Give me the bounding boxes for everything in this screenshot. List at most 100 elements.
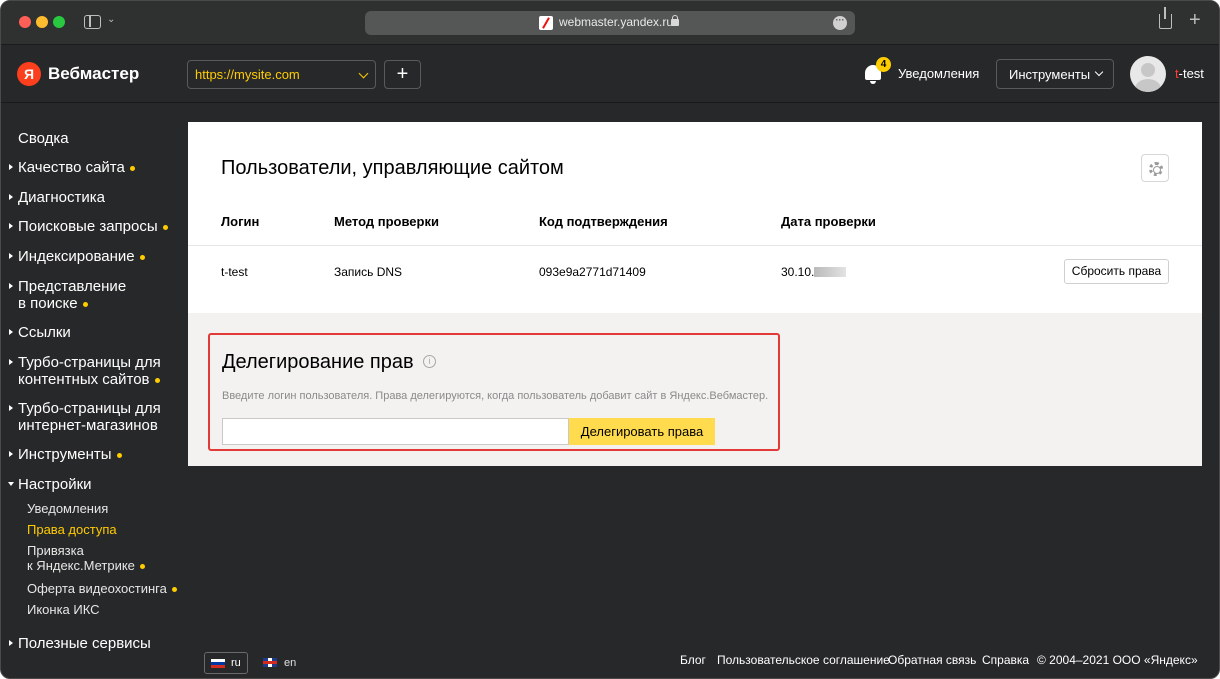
attention-dot-icon [129,165,135,171]
more-icon[interactable]: ··· [833,16,847,30]
yandex-logo-icon[interactable]: Я [17,62,41,86]
settings-button[interactable] [1141,154,1169,182]
tools-dropdown-label: Инструменты [1009,67,1091,82]
cell-date: 30.10. [781,265,847,279]
divider [188,245,1202,246]
cell-login: t-test [221,265,248,279]
caret-right-icon [9,164,13,170]
footer-link-help[interactable]: Справка [982,653,1029,667]
russia-flag-icon [211,659,225,668]
delegation-hint: Введите логин пользователя. Права делеги… [222,390,769,402]
sidebar-item-label: Индексирование [18,248,135,265]
delegation-title: Делегирование прав [222,351,414,373]
sidebar-toggle-icon[interactable] [84,15,101,29]
browser-toolbar: ⌄ webmaster.yandex.ru ··· + [1,1,1219,45]
sidebar-subitem-label-line2: к Яндекс.Метрике [27,558,135,573]
caret-right-icon [9,283,13,289]
attention-dot-icon [139,564,145,570]
column-header-method: Метод проверки [334,214,439,229]
notifications-link[interactable]: Уведомления [898,66,979,81]
notifications-badge: 4 [876,57,891,72]
language-en-link[interactable]: en [284,657,296,669]
attention-dot-icon [82,301,88,307]
avatar[interactable] [1130,56,1166,92]
sidebar-item-label-line1: Турбо-страницы для [18,354,161,371]
attention-dot-icon [139,254,145,260]
caret-right-icon [9,194,13,200]
login-input[interactable] [222,418,569,445]
sidebar-item-label: Полезные сервисы [18,635,151,652]
sidebar-subitem-video-offer[interactable]: Оферта видеохостинга [27,581,177,596]
delegation-highlight-box: Делегирование прав i Введите логин польз… [208,333,780,451]
caret-right-icon [9,640,13,646]
share-icon[interactable] [1159,7,1172,29]
caret-down-icon [8,482,14,486]
brand-title[interactable]: Вебмастер [48,64,139,84]
tools-dropdown[interactable]: Инструменты [996,59,1114,89]
caret-right-icon [9,253,13,259]
fullscreen-window-button[interactable] [53,16,65,28]
delegation-section: Делегирование прав i Введите логин польз… [188,313,1202,466]
sidebar-subitem-iks-icon[interactable]: Иконка ИКС [27,602,100,617]
uk-flag-icon[interactable] [263,658,277,667]
reset-rights-button[interactable]: Сбросить права [1064,259,1169,284]
footer-link-user-agreement[interactable]: Пользовательское соглашение [717,653,890,667]
sidebar-item-label-line2: интернет-магазинов [18,417,158,434]
gear-icon [1149,162,1163,176]
caret-right-icon [9,405,13,411]
sidebar-item-label: Настройки [18,476,92,493]
caret-right-icon [9,223,13,229]
info-icon[interactable]: i [423,355,436,368]
column-header-date: Дата проверки [781,214,876,229]
site-header: Я Вебмастер https://mysite.com + 4 Уведо… [1,45,1219,103]
attention-dot-icon [171,587,177,593]
add-site-button[interactable]: + [384,60,421,89]
sidebar-item-label: Поисковые запросы [18,218,158,235]
column-header-login: Логин [221,214,260,229]
sidebar-item-label-line1: Представление [18,278,127,295]
address-bar[interactable]: webmaster.yandex.ru ··· [365,11,855,35]
sidebar-item-label: Качество сайта [18,159,125,176]
chevron-down-icon [1094,67,1104,77]
site-selector[interactable]: https://mysite.com [187,60,376,89]
delegate-rights-button[interactable]: Делегировать права [569,418,715,445]
language-ru-button[interactable]: ru [204,652,248,674]
attention-dot-icon [162,224,168,230]
cell-code: 093e9a2771d71409 [539,265,646,279]
sidebar-subitem-label-line1: Привязка [27,543,84,558]
user-login[interactable]: t-test [1175,66,1204,81]
language-ru-label: ru [231,657,241,669]
chevron-down-icon[interactable]: ⌄ [107,14,115,25]
sidebar-item-label-line2: контентных сайтов [18,371,150,388]
lock-icon [671,15,679,26]
footer-link-feedback[interactable]: Обратная связь [888,653,976,667]
chevron-down-icon [358,68,369,79]
favicon-icon [539,16,553,30]
address-url: webmaster.yandex.ru [559,15,674,29]
sidebar-subitem-notifications[interactable]: Уведомления [27,501,108,516]
sidebar-subitem-label: Оферта видеохостинга [27,581,167,596]
redacted-block [814,267,847,277]
sidebar-subitem-access-rights[interactable]: Права доступа [27,522,117,537]
column-header-code: Код подтверждения [539,214,668,229]
browser-window: ⌄ webmaster.yandex.ru ··· + Я Вебмастер … [0,0,1220,679]
sidebar-item-label: Инструменты [18,446,112,463]
attention-dot-icon [116,452,122,458]
caret-right-icon [9,359,13,365]
users-card: Пользователи, управляющие сайтом Логин М… [188,122,1202,313]
user-login-rest: -test [1178,66,1204,81]
close-window-button[interactable] [19,16,31,28]
sidebar-item-label: Диагностика [18,189,105,206]
new-tab-icon[interactable]: + [1189,10,1201,30]
caret-right-icon [9,451,13,457]
attention-dot-icon [154,377,160,383]
footer-link-blog[interactable]: Блог [680,653,706,667]
caret-right-icon [9,329,13,335]
sidebar-subitem-metrica-binding[interactable]: Привязка к Яндекс.Метрике [27,543,145,573]
minimize-window-button[interactable] [36,16,48,28]
site-selector-value: https://mysite.com [195,67,300,82]
cell-date-value: 30.10. [781,265,815,279]
sidebar-item-label: Сводка [18,130,69,147]
page-title: Пользователи, управляющие сайтом [221,157,564,179]
sidebar-item-label: Ссылки [18,324,71,341]
